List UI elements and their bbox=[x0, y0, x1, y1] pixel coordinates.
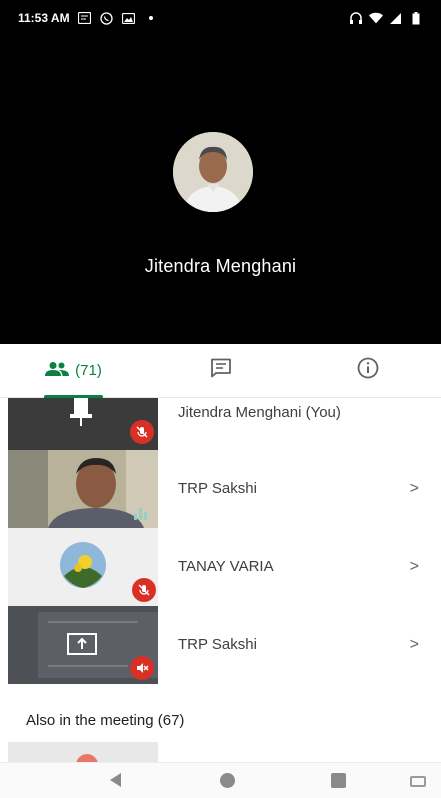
chevron-right-icon[interactable]: > bbox=[410, 480, 419, 498]
status-time: 11:53 AM bbox=[18, 11, 70, 25]
participant-row[interactable]: TRP Sakshi > bbox=[0, 606, 441, 684]
battery-icon bbox=[409, 11, 423, 25]
tab-chat[interactable] bbox=[147, 344, 294, 397]
status-left: 11:53 AM bbox=[18, 11, 158, 25]
participant-row[interactable]: Jitendra Menghani (You) bbox=[0, 398, 441, 450]
participant-thumbnail bbox=[8, 528, 158, 606]
chevron-right-icon[interactable]: > bbox=[410, 636, 419, 654]
keyboard-icon[interactable] bbox=[410, 776, 426, 787]
dot-icon bbox=[144, 12, 158, 25]
main-stage[interactable]: Jitendra Menghani bbox=[0, 36, 441, 344]
speaking-indicator-icon bbox=[128, 502, 152, 520]
participant-row[interactable]: TRP Sakshi > bbox=[0, 450, 441, 528]
people-icon bbox=[45, 361, 70, 381]
wifi-icon bbox=[369, 12, 383, 25]
recents-icon[interactable] bbox=[331, 773, 346, 788]
mic-off-icon bbox=[130, 420, 154, 444]
panel-tabs: (71) bbox=[0, 344, 441, 398]
signal-icon bbox=[389, 12, 403, 25]
info-icon bbox=[357, 357, 379, 384]
status-bar: 11:53 AM bbox=[0, 0, 441, 36]
participant-avatar bbox=[76, 754, 98, 762]
participant-name: TRP Sakshi bbox=[178, 480, 257, 497]
tab-info[interactable] bbox=[294, 344, 441, 397]
mic-off-icon bbox=[132, 578, 156, 602]
status-right bbox=[349, 11, 423, 25]
headset-icon bbox=[349, 11, 363, 25]
participant-thumbnail bbox=[8, 450, 158, 528]
participant-row[interactable]: TANAY VARIA > bbox=[0, 528, 441, 606]
back-icon[interactable] bbox=[110, 773, 121, 787]
also-in-meeting-heading: Also in the meeting (67) bbox=[26, 712, 185, 729]
people-count: (71) bbox=[75, 362, 102, 379]
gallery-icon bbox=[122, 12, 136, 25]
participant-name: Jitendra Menghani (You) bbox=[178, 404, 341, 421]
whatsapp-icon bbox=[100, 11, 114, 25]
system-nav-bar bbox=[0, 762, 441, 798]
participant-name: TRP Sakshi bbox=[178, 636, 257, 653]
speaker-avatar bbox=[173, 132, 253, 212]
participant-name: TANAY VARIA bbox=[178, 558, 274, 575]
participant-thumbnail[interactable] bbox=[8, 742, 158, 762]
participant-thumbnail bbox=[8, 398, 158, 450]
home-icon[interactable] bbox=[220, 773, 235, 788]
chevron-right-icon[interactable]: > bbox=[410, 558, 419, 576]
notification-icon bbox=[78, 12, 92, 25]
participant-thumbnail bbox=[8, 606, 158, 684]
chat-icon bbox=[210, 358, 232, 383]
speaker-name: Jitendra Menghani bbox=[144, 256, 297, 276]
volume-off-icon bbox=[130, 656, 154, 680]
tab-people[interactable]: (71) bbox=[0, 344, 147, 398]
